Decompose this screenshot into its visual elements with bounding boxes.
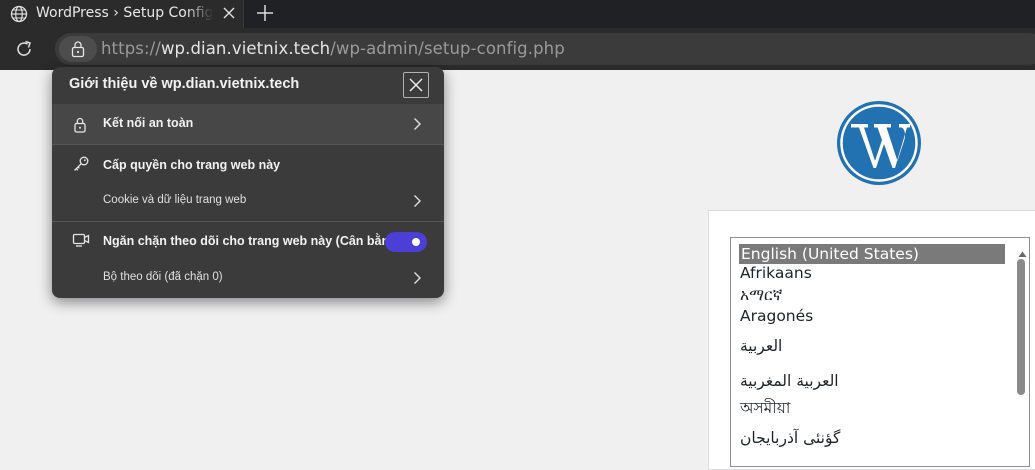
lock-icon [72, 116, 88, 138]
language-option[interactable]: English (United States) [739, 244, 1005, 264]
language-option[interactable]: Aragonés [740, 306, 813, 326]
site-info-button[interactable] [59, 36, 97, 62]
popup-close-button[interactable] [403, 72, 429, 98]
cookies-row[interactable]: Cookie và dữ liệu trang web [52, 181, 444, 221]
trackers-label: Bộ theo dõi (đã chặn 0) [103, 271, 223, 283]
url-scheme: https:// [101, 39, 161, 58]
scrollbar-thumb[interactable] [1017, 259, 1025, 395]
browser-toolbar: https://wp.dian.vietnix.tech/wp-admin/se… [0, 28, 1035, 70]
language-option[interactable]: العربية [740, 336, 782, 356]
address-bar[interactable]: https://wp.dian.vietnix.tech/wp-admin/se… [55, 33, 1035, 65]
globe-icon [9, 4, 29, 24]
tab-title: WordPress › Setup Configuration File [36, 5, 213, 21]
chevron-right-icon [411, 116, 423, 136]
tab-strip: WordPress › Setup Configuration File [0, 0, 1035, 28]
new-tab-icon[interactable] [254, 2, 276, 24]
tracking-prevention-label: Ngăn chặn theo dõi cho trang web này (Câ… [103, 234, 401, 248]
key-icon [72, 155, 90, 177]
site-info-popup: Giới thiệu về wp.dian.vietnix.tech Kết n… [52, 67, 444, 298]
url-path: /wp-admin/setup-config.php [330, 39, 565, 58]
chevron-right-icon [411, 270, 423, 290]
secure-connection-row[interactable]: Kết nối an toàn [52, 104, 444, 144]
wordpress-logo-icon [836, 100, 922, 186]
close-icon [409, 78, 423, 92]
toggle-knob [412, 238, 420, 246]
permissions-row: Cấp quyền cho trang web này [52, 145, 444, 181]
browser-tab[interactable]: WordPress › Setup Configuration File [0, 0, 244, 28]
language-option[interactable]: Afrikaans [740, 263, 812, 283]
tracking-prevention-toggle[interactable] [385, 232, 427, 252]
lock-icon [71, 41, 85, 58]
language-option[interactable]: گؤنئی آذربایجان [740, 428, 840, 448]
language-option[interactable]: العربية المغربية [740, 371, 839, 391]
language-option[interactable]: অসমীয়া [740, 398, 790, 418]
permissions-label: Cấp quyền cho trang web này [103, 158, 281, 172]
secure-connection-label: Kết nối an toàn [103, 116, 194, 130]
url-text[interactable]: https://wp.dian.vietnix.tech/wp-admin/se… [101, 38, 565, 60]
language-select[interactable]: English (United States) Afrikaans አማርኛ A… [730, 237, 1030, 467]
tab-close-icon[interactable] [220, 4, 238, 22]
url-host: wp.dian.vietnix.tech [160, 39, 331, 58]
scroll-up-arrow-icon[interactable] [1018, 243, 1027, 257]
tracking-prevention-icon [72, 232, 90, 252]
chevron-right-icon [411, 193, 423, 213]
language-option[interactable]: አማርኛ [740, 285, 782, 305]
reload-icon[interactable] [13, 38, 35, 60]
cookies-label: Cookie và dữ liệu trang web [103, 194, 247, 206]
tracking-prevention-row: Ngăn chặn theo dõi cho trang web này (Câ… [52, 222, 444, 260]
popup-title: Giới thiệu về wp.dian.vietnix.tech [69, 76, 300, 92]
trackers-row[interactable]: Bộ theo dõi (đã chặn 0) [52, 260, 444, 298]
